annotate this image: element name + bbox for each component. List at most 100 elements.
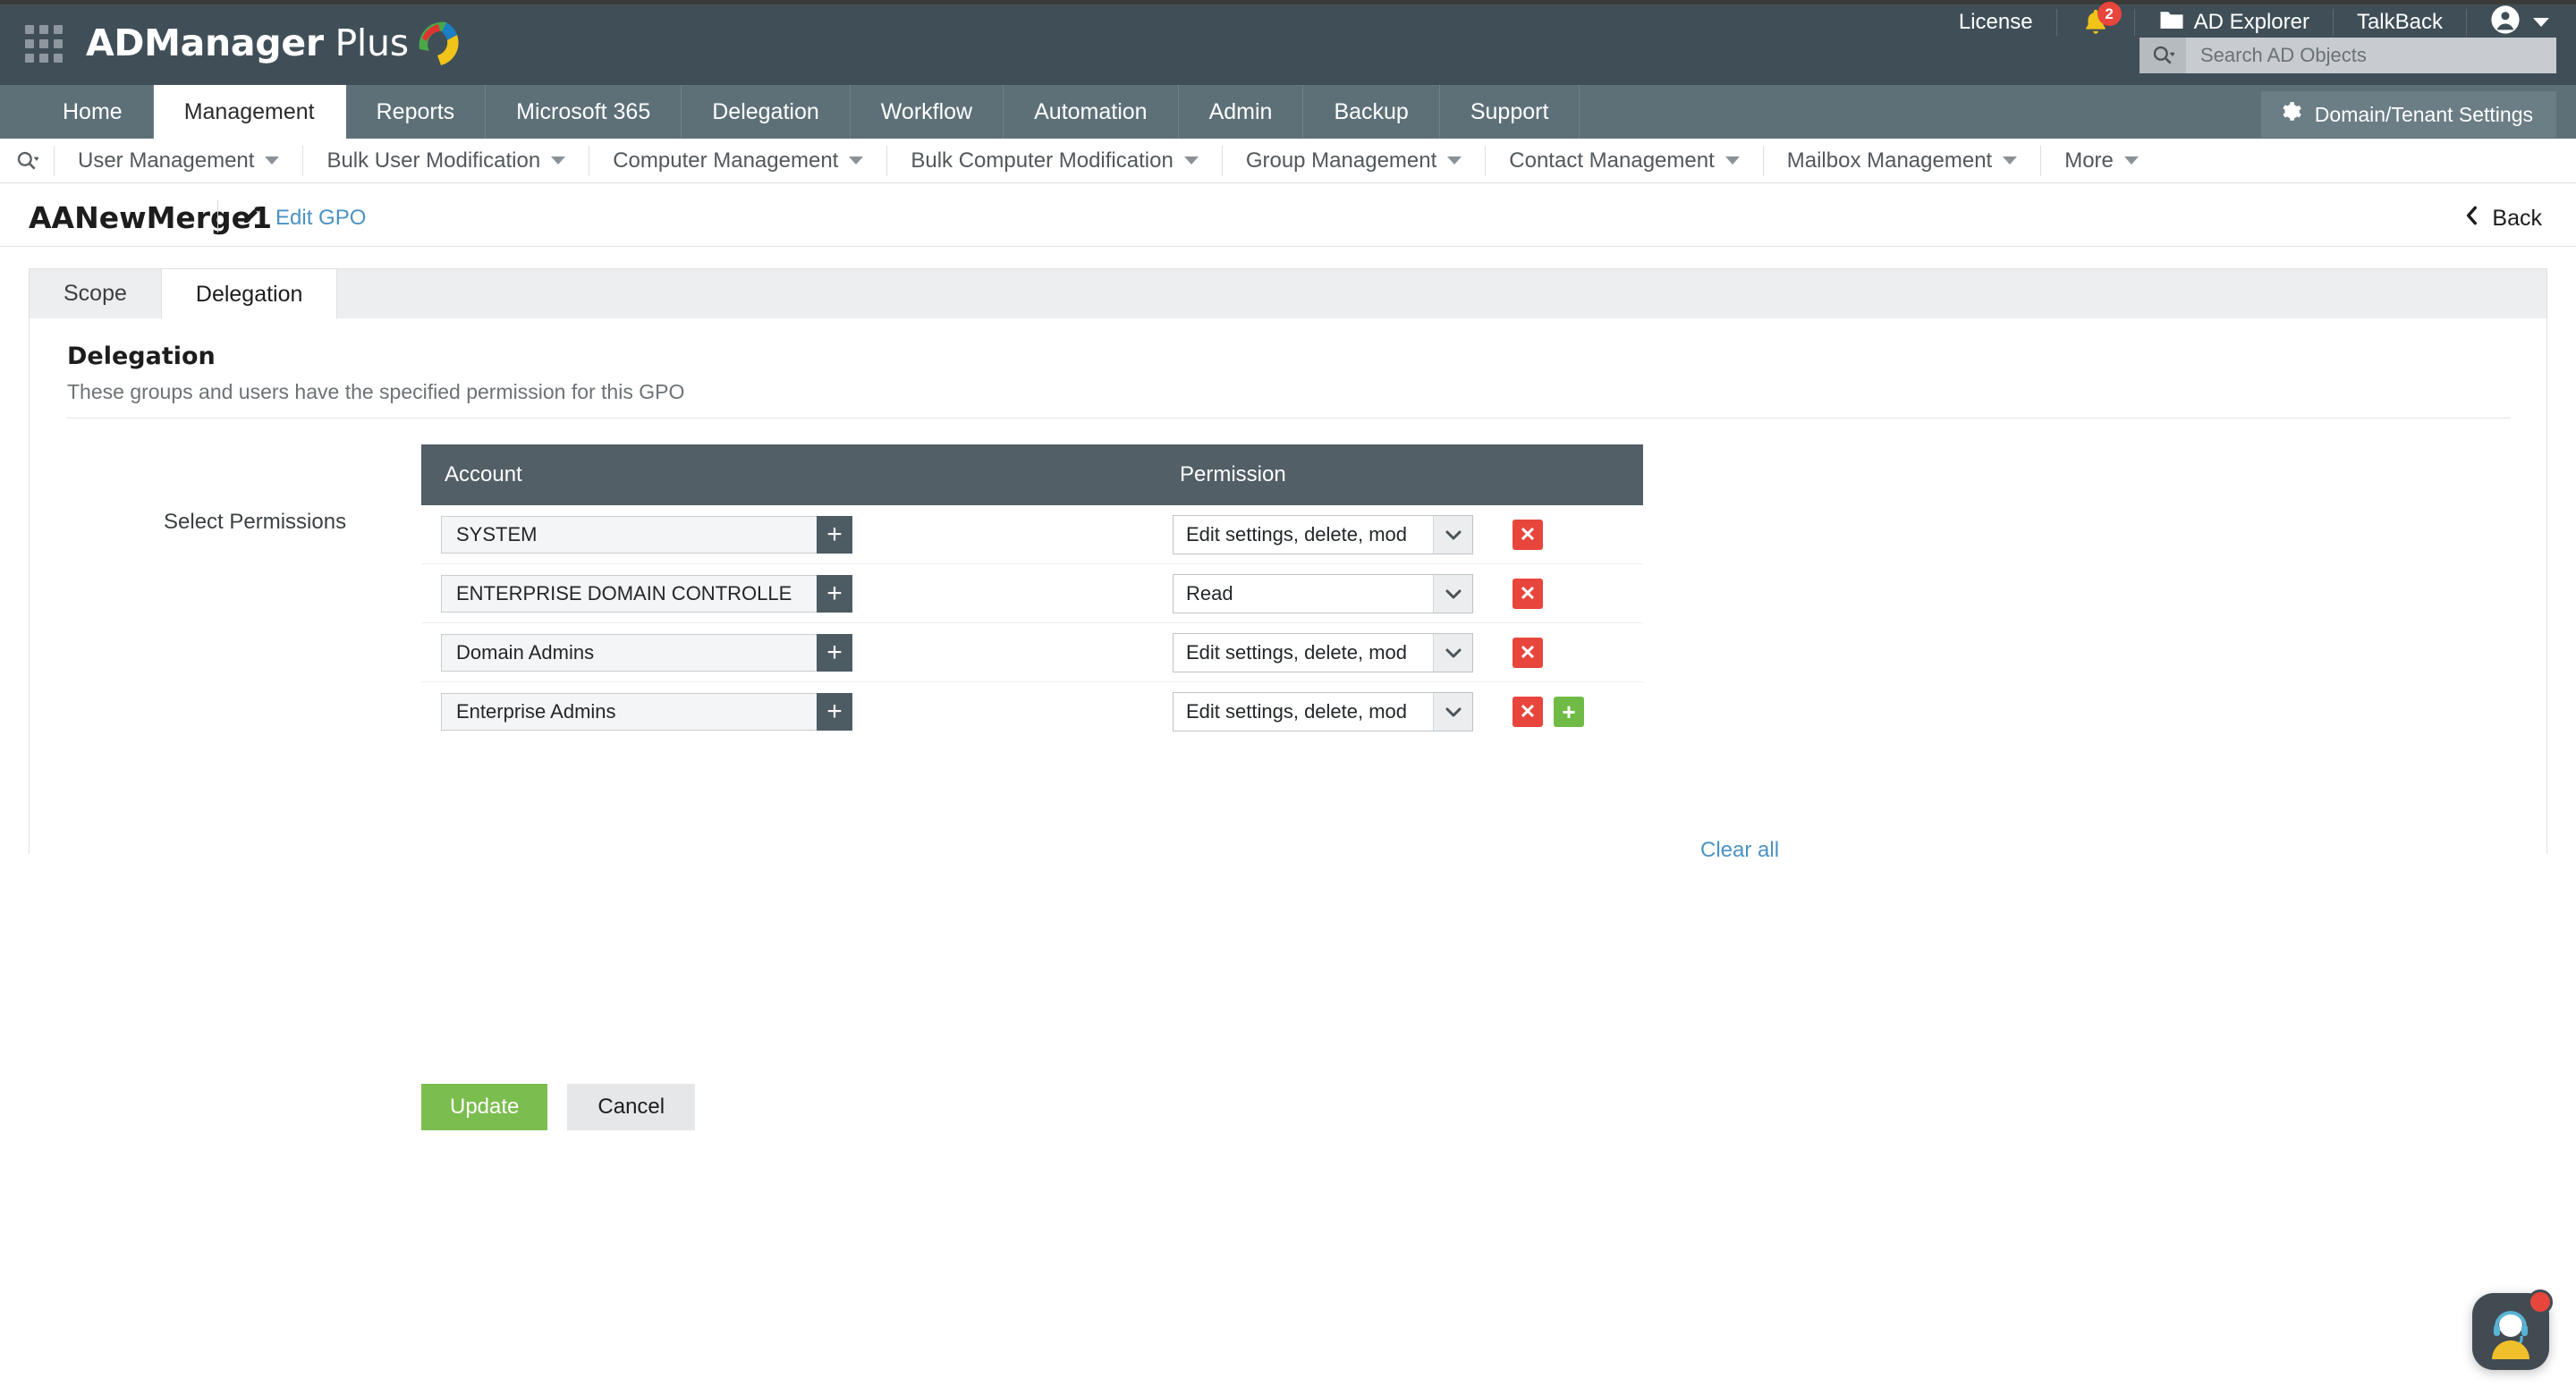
subnav-item-mailbox-management[interactable]: Mailbox Management	[1763, 146, 2040, 176]
subnav-item-user-management[interactable]: User Management	[54, 146, 302, 176]
tab-admin[interactable]: Admin	[1179, 85, 1304, 139]
permission-select[interactable]: Edit settings, delete, mod	[1173, 515, 1473, 554]
license-link[interactable]: License	[1936, 9, 2057, 36]
chevron-down-icon	[1433, 575, 1472, 613]
remove-row-button[interactable]: ✕	[1513, 638, 1543, 668]
tab-microsoft-365[interactable]: Microsoft 365	[486, 85, 682, 139]
permission-value: Read	[1174, 582, 1433, 605]
clear-all-link[interactable]: Clear all	[1700, 838, 1779, 863]
tab-scope[interactable]: Scope	[30, 269, 161, 318]
domain-tenant-settings-button[interactable]: Domain/Tenant Settings	[2261, 91, 2556, 138]
account-picker-button[interactable]: +	[817, 634, 852, 672]
chevron-left-icon	[2463, 204, 2481, 233]
tab-home[interactable]: Home	[32, 85, 154, 139]
avatar	[2490, 4, 2521, 41]
chevron-down-icon	[1433, 693, 1472, 731]
brand-logo[interactable]: ADManager Plus	[86, 13, 464, 72]
apps-grid-icon[interactable]	[25, 25, 63, 63]
table-row: ENTERPRISE DOMAIN CONTROLLE + Read ✕	[421, 564, 1643, 623]
settings-button-label: Domain/Tenant Settings	[2315, 103, 2533, 127]
chevron-down-icon	[2533, 18, 2549, 27]
permission-select[interactable]: Read	[1173, 574, 1473, 613]
tab-label: Automation	[1034, 99, 1147, 125]
tab-support[interactable]: Support	[1440, 85, 1580, 139]
notifications-button[interactable]: 2	[2057, 9, 2135, 36]
permission-cell: Edit settings, delete, mod ✕	[1173, 633, 1643, 672]
account-picker-button[interactable]: +	[817, 693, 852, 731]
back-button[interactable]: Back	[2449, 199, 2556, 239]
panel-tab-label: Scope	[64, 281, 127, 307]
tab-label: Workflow	[881, 99, 972, 125]
account-input[interactable]: Domain Admins	[441, 634, 817, 672]
top-header-bar: ADManager Plus License 2	[0, 0, 2576, 85]
license-label: License	[1959, 10, 2033, 35]
subnav-item-contact-management[interactable]: Contact Management	[1485, 146, 1762, 176]
subnav-label: Bulk User Modification	[326, 148, 540, 173]
brand-name: ADManager Plus	[86, 21, 409, 64]
permission-select[interactable]: Edit settings, delete, mod	[1173, 692, 1473, 731]
permission-select[interactable]: Edit settings, delete, mod	[1173, 633, 1473, 672]
account-input[interactable]: Enterprise Admins	[441, 693, 817, 731]
edit-gpo-link[interactable]: Edit GPO	[242, 204, 366, 232]
tab-label: Support	[1470, 99, 1549, 125]
chevron-down-icon	[2124, 156, 2139, 165]
subnav-item-bulk-computer-modification[interactable]: Bulk Computer Modification	[886, 146, 1221, 176]
back-label: Back	[2492, 206, 2542, 232]
tab-automation[interactable]: Automation	[1004, 85, 1178, 139]
tab-workflow[interactable]: Workflow	[851, 85, 1004, 139]
ad-search-box[interactable]	[2140, 38, 2556, 73]
search-input[interactable]	[2186, 44, 2556, 67]
chevron-down-icon	[1433, 634, 1472, 672]
add-row-button[interactable]: +	[1554, 697, 1584, 727]
remove-row-button[interactable]: ✕	[1513, 520, 1543, 550]
pencil-icon	[242, 204, 263, 232]
bell-icon: 2	[2080, 7, 2111, 38]
subnav-label: Computer Management	[613, 148, 838, 173]
subnav-label: Contact Management	[1509, 148, 1714, 173]
account-picker-button[interactable]: +	[817, 575, 852, 613]
cancel-button[interactable]: Cancel	[567, 1084, 695, 1130]
tab-backup[interactable]: Backup	[1303, 85, 1439, 139]
ad-explorer-label: AD Explorer	[2194, 10, 2309, 35]
user-account-menu[interactable]	[2467, 9, 2556, 36]
tab-label: Admin	[1209, 99, 1273, 125]
account-input[interactable]: ENTERPRISE DOMAIN CONTROLLE	[441, 575, 817, 613]
update-button[interactable]: Update	[421, 1084, 547, 1130]
chevron-down-icon	[1184, 156, 1199, 165]
primary-nav-tabs: Home Management Reports Microsoft 365 De…	[0, 85, 2576, 139]
support-chat-widget[interactable]	[2472, 1293, 2549, 1370]
tab-delegation[interactable]: Delegation	[682, 85, 851, 139]
subnav-item-bulk-user-modification[interactable]: Bulk User Modification	[302, 146, 589, 176]
folder-icon	[2158, 8, 2185, 38]
ad-explorer-link[interactable]: AD Explorer	[2135, 9, 2334, 36]
table-row: Enterprise Admins + Edit settings, delet…	[421, 682, 1643, 741]
chevron-down-icon	[551, 156, 565, 165]
nav-search-icon[interactable]	[0, 149, 54, 173]
logo-swoosh-icon	[414, 13, 464, 72]
remove-row-button[interactable]: ✕	[1513, 579, 1543, 609]
tab-management[interactable]: Management	[154, 85, 346, 139]
account-cell: Enterprise Admins +	[421, 693, 1173, 731]
account-cell: SYSTEM +	[421, 516, 1173, 554]
subnav-label: User Management	[78, 148, 254, 173]
talkback-label: TalkBack	[2357, 10, 2443, 35]
subnav-label: More	[2064, 148, 2114, 173]
search-icon[interactable]	[2140, 38, 2186, 73]
account-picker-button[interactable]: +	[817, 516, 852, 554]
tab-delegation-panel[interactable]: Delegation	[161, 269, 338, 319]
subnav-label: Bulk Computer Modification	[911, 148, 1173, 173]
subnav-item-computer-management[interactable]: Computer Management	[589, 146, 886, 176]
notification-badge: 2	[2097, 2, 2122, 26]
subnav-item-more[interactable]: More	[2040, 146, 2162, 176]
tab-reports[interactable]: Reports	[346, 85, 487, 139]
tab-label: Reports	[377, 99, 455, 125]
account-input[interactable]: SYSTEM	[441, 516, 817, 554]
chevron-down-icon	[2003, 156, 2017, 165]
page-title-bar: AANewMerge1 Edit GPO Back	[0, 184, 2576, 247]
page-title: AANewMerge1	[29, 200, 272, 235]
subnav-label: Mailbox Management	[1787, 148, 1992, 173]
row-actions: ✕	[1513, 579, 1543, 609]
remove-row-button[interactable]: ✕	[1513, 697, 1543, 727]
subnav-item-group-management[interactable]: Group Management	[1222, 146, 1485, 176]
talkback-link[interactable]: TalkBack	[2334, 9, 2467, 36]
